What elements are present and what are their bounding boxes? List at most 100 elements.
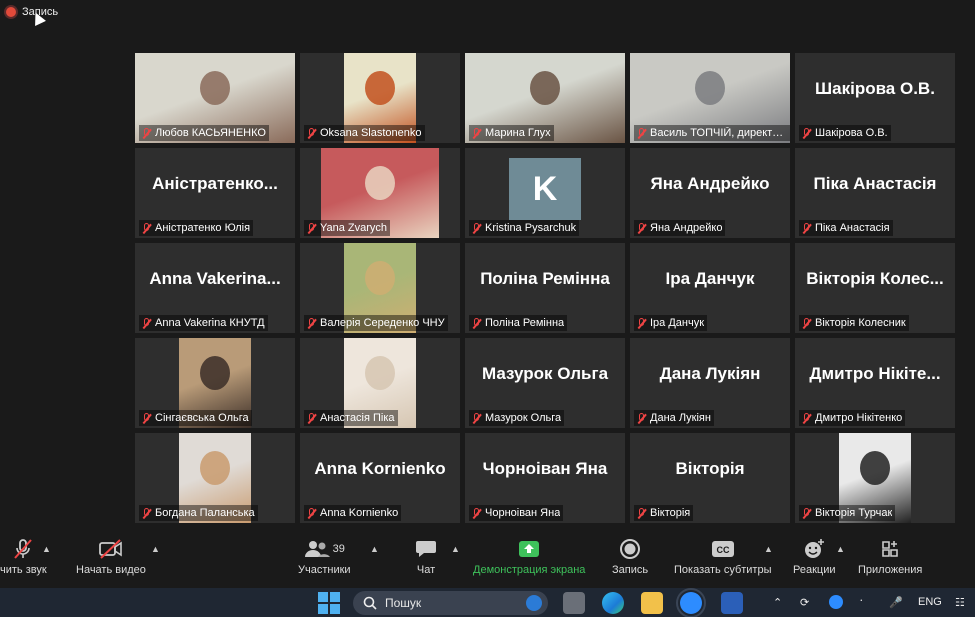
participant-name-label: Дана Лукіян xyxy=(634,410,714,426)
tray-chevron-up-icon[interactable]: ⌃ xyxy=(773,596,782,609)
participant-name: Мазурок Ольга xyxy=(485,412,562,424)
mic-muted-icon xyxy=(802,317,811,329)
captions-options-chevron-icon[interactable]: ▲ xyxy=(764,544,773,554)
participant-tile[interactable]: K Kristina Pysarchuk xyxy=(465,148,625,238)
participant-name: Поліна Ремінна xyxy=(485,317,565,329)
participant-name-label: Anna Vakerina КНУТД xyxy=(139,315,268,331)
video-options-chevron-icon[interactable]: ▲ xyxy=(151,544,160,554)
record-dot-icon xyxy=(6,7,16,17)
participant-name-label: Іра Данчук xyxy=(634,315,708,331)
participant-name: Вікторія Колесник xyxy=(815,317,906,329)
participant-name-label: Валерія Середенко ЧНУ xyxy=(304,315,448,331)
reactions-options-chevron-icon[interactable]: ▲ xyxy=(836,544,845,554)
reactions-label: Реакции xyxy=(793,564,836,576)
chat-button[interactable]: Чат xyxy=(415,538,437,576)
sync-icon[interactable]: ⟳ xyxy=(800,596,809,609)
participant-tile[interactable]: Anna Kornienko Anna Kornienko xyxy=(300,433,460,523)
language-indicator[interactable]: ENG xyxy=(918,596,942,608)
participant-face xyxy=(200,356,230,390)
participant-name-label: Anna Kornienko xyxy=(304,505,402,521)
participant-name-label: Вікторія Турчак xyxy=(799,505,896,521)
participant-tile[interactable]: Вікторія Колес... Вікторія Колесник xyxy=(795,243,955,333)
participant-tile[interactable]: Піка Анастасія Піка Анастасія xyxy=(795,148,955,238)
participant-name-label: Oksana Slastonenko xyxy=(304,125,425,141)
mic-muted-icon xyxy=(802,507,811,519)
participant-tile[interactable]: Yana Zvarych xyxy=(300,148,460,238)
captions-button[interactable]: CC Показать субтитры xyxy=(674,538,772,576)
chat-bubble-icon xyxy=(415,538,437,560)
audio-options-chevron-icon[interactable]: ▲ xyxy=(42,544,51,554)
participants-options-chevron-icon[interactable]: ▲ xyxy=(370,544,379,554)
participant-name: Kristina Pysarchuk xyxy=(485,222,577,234)
participant-name: Марина Глух xyxy=(485,127,551,139)
bluetooth-icon[interactable]: ᛫ xyxy=(858,596,865,608)
reactions-button[interactable]: Реакции xyxy=(793,538,836,576)
participant-tile[interactable]: Anna Vakerina... Anna Vakerina КНУТД xyxy=(135,243,295,333)
participant-name: Вікторія xyxy=(650,507,691,519)
participant-tile[interactable]: Аністратенко... Аністратенко Юлія xyxy=(135,148,295,238)
zoom-tray-icon[interactable] xyxy=(829,595,843,609)
participant-name: Дана Лукіян xyxy=(650,412,711,424)
taskbar-search[interactable]: Пошук xyxy=(353,591,548,615)
word-app-icon[interactable] xyxy=(721,592,743,614)
windows-start-icon[interactable] xyxy=(318,592,340,614)
apps-icon xyxy=(879,538,901,560)
smiley-plus-icon xyxy=(803,538,825,560)
participant-tile[interactable]: Вікторія Вікторія xyxy=(630,433,790,523)
participant-name: Yana Zvarych xyxy=(320,222,388,234)
participant-tile[interactable]: Валерія Середенко ЧНУ xyxy=(300,243,460,333)
participant-name: Anna Vakerina КНУТД xyxy=(155,317,265,329)
participant-display-name: Мазурок Ольга xyxy=(481,364,609,383)
participant-tile[interactable]: Поліна Ремінна Поліна Ремінна xyxy=(465,243,625,333)
participant-display-name: Anna Vakerina... xyxy=(149,269,281,288)
participant-display-name: Дана Лукіян xyxy=(659,364,761,383)
share-screen-button[interactable]: Демонстрация экрана xyxy=(473,538,585,576)
participant-tile[interactable]: Oksana Slastonenko xyxy=(300,53,460,143)
participant-tile[interactable]: Сінгаєвська Ольга xyxy=(135,338,295,428)
participant-display-name: Дмитро Нікіте... xyxy=(809,364,941,383)
participant-name: Чорноіван Яна xyxy=(485,507,561,519)
windows-taskbar: Пошук ⌃ ⟳ ᛫ 🎤 ENG ☷ xyxy=(0,588,975,617)
mic-muted-icon xyxy=(802,222,811,234)
mic-muted-icon xyxy=(472,127,481,139)
file-explorer-icon[interactable] xyxy=(641,592,663,614)
zoom-app-icon[interactable] xyxy=(676,588,706,617)
participant-tile[interactable]: Анастасія Піка xyxy=(300,338,460,428)
participant-tile[interactable]: Чорноіван Яна Чорноіван Яна xyxy=(465,433,625,523)
chat-label: Чат xyxy=(416,564,436,576)
participant-tile[interactable]: Богдана Паланська xyxy=(135,433,295,523)
participants-button[interactable]: 39 Участники xyxy=(298,538,351,576)
participant-display-name: Піка Анастасія xyxy=(813,174,937,193)
participant-name-label: Анастасія Піка xyxy=(304,410,398,426)
participant-display-name: Яна Андрейко xyxy=(650,174,770,193)
start-video-button[interactable]: Начать видео xyxy=(76,538,146,576)
participant-name: Anna Kornienko xyxy=(320,507,399,519)
participant-tile[interactable]: Любов КАСЬЯНЕНКО xyxy=(135,53,295,143)
task-view-icon[interactable] xyxy=(563,592,585,614)
gallery-grid: Любов КАСЬЯНЕНКО Oksana Slastonenko Марина… xyxy=(135,53,960,523)
participant-display-name: Поліна Ремінна xyxy=(480,269,610,288)
mute-button[interactable]: чить звук xyxy=(0,538,47,576)
participant-tile[interactable]: Шакірова О.В. Шакірова О.В. xyxy=(795,53,955,143)
apps-button[interactable]: Приложения xyxy=(858,538,922,576)
mic-muted-icon xyxy=(802,412,811,424)
participant-tile[interactable]: Василь ТОПЧІЙ, директор ... xyxy=(630,53,790,143)
participant-tile[interactable]: Дмитро Нікіте... Дмитро Нікітенко xyxy=(795,338,955,428)
participant-tile[interactable]: Мазурок Ольга Мазурок Ольга xyxy=(465,338,625,428)
edge-browser-icon[interactable] xyxy=(602,592,624,614)
participant-tile[interactable]: Яна Андрейко Яна Андрейко xyxy=(630,148,790,238)
participant-face xyxy=(695,71,725,105)
microphone-tray-icon[interactable]: 🎤 xyxy=(889,596,903,609)
participant-tile[interactable]: Дана Лукіян Дана Лукіян xyxy=(630,338,790,428)
participant-tile[interactable]: Іра Данчук Іра Данчук xyxy=(630,243,790,333)
participant-tile[interactable]: Вікторія Турчак xyxy=(795,433,955,523)
record-button[interactable]: Запись xyxy=(612,538,648,576)
participants-icon xyxy=(304,541,330,557)
mic-muted-icon xyxy=(802,127,811,139)
wifi-icon[interactable]: ☷ xyxy=(955,596,965,609)
participant-face xyxy=(530,71,560,105)
chat-options-chevron-icon[interactable]: ▲ xyxy=(451,544,460,554)
participant-tile[interactable]: Марина Глух xyxy=(465,53,625,143)
participant-avatar: K xyxy=(509,158,581,220)
share-screen-icon xyxy=(518,538,540,560)
